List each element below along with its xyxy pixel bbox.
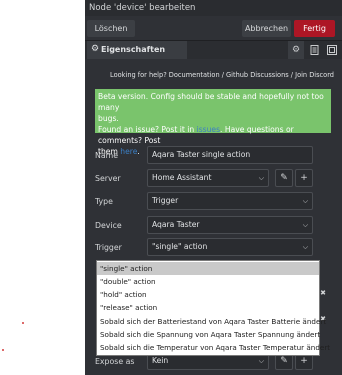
dropdown-option[interactable]: Sobald sich die Spannung von Aqara Taste… [97,328,320,341]
background-mark [2,349,4,351]
trigger-select[interactable]: "single" action ⌵ [147,238,313,256]
chevron-down-icon: ⌵ [302,221,308,229]
chevron-down-icon: ⌵ [258,174,264,182]
tray-title: Node 'device' bearbeiten [89,3,196,13]
dropdown-option[interactable]: "double" action [97,275,319,288]
tab-properties[interactable]: ⚙ Eigenschaften [87,41,187,59]
delete-button[interactable]: Löschen [87,20,135,37]
cancel-button[interactable]: Abbrechen [242,20,291,37]
chevron-down-icon: ⌵ [302,197,308,205]
trigger-label: Trigger [95,243,122,252]
expose-as-label: Expose as [95,357,135,366]
close-icon: ✖ [320,289,326,297]
tab-properties-label: Eigenschaften [101,45,166,54]
document-icon[interactable] [306,41,322,59]
type-select[interactable]: Trigger ⌵ [147,192,313,210]
name-label: Name [95,151,119,160]
banner-line: Found an issue? Post it in issues. Have … [98,124,328,146]
trigger-value: "single" action [152,242,208,251]
node-appearance-icon[interactable] [324,41,340,59]
dropdown-option[interactable]: Sobald sich der Batteriestand von Aqara … [97,315,326,328]
type-label: Type [95,197,113,206]
here-link[interactable]: here [120,147,137,156]
add-server-button[interactable]: + [295,169,313,187]
issues-link[interactable]: issues [197,125,220,134]
background-mark [22,322,24,324]
done-button[interactable]: Fertig [294,20,335,37]
dropdown-option[interactable]: "hold" action [97,288,319,301]
type-value: Trigger [152,196,179,205]
device-select[interactable]: Aqara Taster ⌵ [147,216,313,234]
edit-server-button[interactable]: ✎ [275,169,293,187]
banner-line: bugs. [98,114,119,123]
dropdown-option[interactable]: "single" action [97,262,319,275]
plus-icon: + [300,356,308,366]
banner-text: Found an issue? Post it in [98,125,197,134]
pencil-icon: ✎ [280,173,288,183]
server-label: Server [95,174,121,183]
help-links[interactable]: Looking for help? Documentation / Github… [85,71,334,79]
expose-as-value: Kein [152,356,169,365]
server-select[interactable]: Home Assistant ⌵ [147,169,269,187]
banner-text: . [137,147,140,156]
tray-titlebar: Node 'device' bearbeiten [85,0,342,16]
name-input[interactable]: Aqara Taster single action [147,146,313,164]
device-value: Aqara Taster [152,220,200,229]
tab-bar: ⚙ Eigenschaften ⚙ [85,41,342,59]
plus-icon: + [300,173,308,183]
dropdown-option[interactable]: Sobald sich die Temperatur von Aqara Tas… [97,341,330,354]
pencil-icon: ✎ [280,356,288,366]
chevron-down-icon: ⌵ [302,243,308,251]
gear-icon[interactable]: ⚙ [288,41,304,59]
edit-node-tray: Node 'device' bearbeiten Löschen Abbrech… [85,0,342,375]
trigger-dropdown-list: "single" action "double" action "hold" a… [96,260,330,356]
server-value: Home Assistant [152,173,212,182]
beta-banner: Beta version. Config should be stable an… [95,89,331,156]
gear-icon: ⚙ [91,44,100,54]
device-label: Device [95,221,122,230]
banner-line: Beta version. Config should be stable an… [98,92,324,112]
dropdown-option[interactable]: "release" action [97,301,319,314]
